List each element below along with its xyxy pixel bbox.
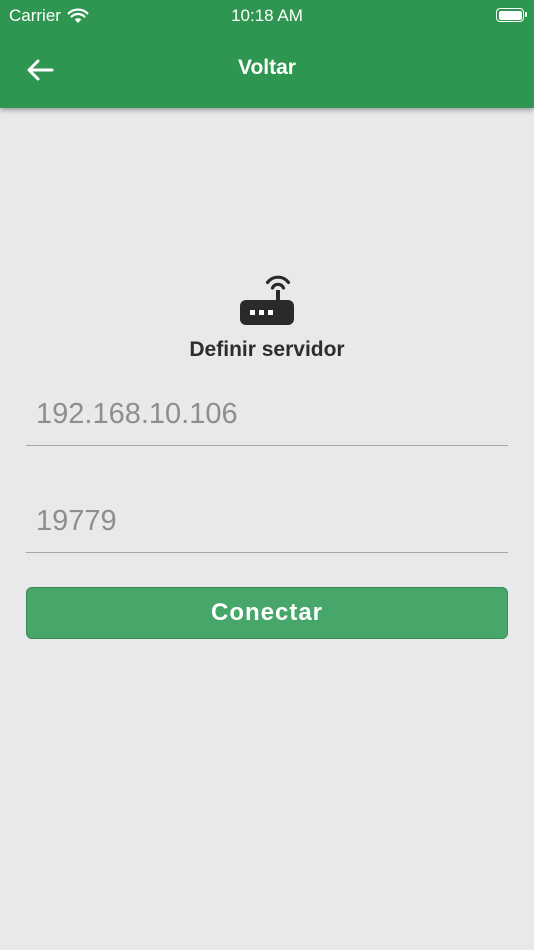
battery-icon — [496, 8, 527, 22]
connect-button[interactable]: Conectar — [26, 587, 508, 639]
section-title: Definir servidor — [189, 338, 345, 361]
app-header: Carrier 10:18 AM Voltar — [0, 0, 534, 108]
battery-level — [498, 10, 522, 20]
nav-bar: Voltar — [0, 32, 534, 108]
server-ip-input[interactable] — [36, 398, 496, 431]
router-icon — [240, 275, 294, 325]
server-ip-field — [26, 390, 508, 446]
status-time: 10:18 AM — [231, 6, 303, 25]
server-port-input[interactable] — [36, 505, 496, 538]
nav-title: Voltar — [238, 56, 296, 79]
server-port-field — [26, 497, 508, 553]
status-bar: Carrier 10:18 AM — [0, 0, 534, 32]
